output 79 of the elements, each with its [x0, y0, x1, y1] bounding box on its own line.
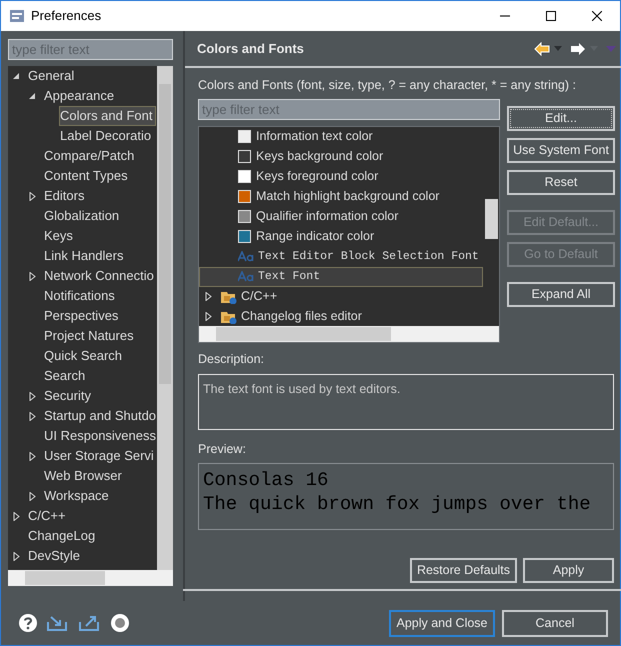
tree-item[interactable]: Editors [43, 186, 88, 206]
collapsed-icon[interactable] [28, 492, 36, 500]
collapsed-icon[interactable] [28, 392, 36, 400]
tree-item[interactable]: Colors and Font [59, 106, 156, 126]
collapsed-icon[interactable] [28, 412, 36, 420]
folder-icon [221, 290, 237, 304]
expanded-icon[interactable] [28, 92, 36, 100]
preview-text: The quick brown fox jumps over the [203, 492, 592, 516]
tree-item[interactable]: DevStyle [27, 546, 84, 566]
collapsed-icon[interactable] [12, 512, 20, 520]
font-icon [238, 271, 254, 282]
list-item[interactable]: Match highlight background color [199, 186, 483, 207]
expanded-icon[interactable] [12, 72, 20, 80]
preview-label: Preview: [198, 440, 247, 458]
tree-item[interactable]: ChangeLog [27, 526, 98, 546]
intro-text: Colors and Fonts (font, size, type, ? = any character, * = any string) : [198, 77, 577, 94]
tree-item[interactable]: Appearance [43, 86, 118, 106]
tree-item[interactable]: C/C++ [27, 506, 69, 526]
close-icon [592, 11, 602, 21]
button[interactable]: Apply and Close [389, 610, 495, 636]
tree-item[interactable]: Quick Search [43, 346, 126, 366]
tree-item[interactable]: Network Connectio [43, 266, 157, 286]
tree-item[interactable]: Security [43, 386, 94, 406]
collapsed-icon[interactable] [204, 292, 212, 302]
list-item[interactable]: Changelog files editor [199, 306, 483, 326]
preferences-icon [9, 8, 25, 24]
description-label: Description: [198, 350, 265, 368]
collapsed-icon[interactable] [28, 192, 36, 200]
list-item[interactable]: Keys background color [199, 146, 483, 167]
tree-item[interactable]: Notifications [43, 286, 118, 306]
list-item[interactable]: Text Editor Block Selection Font [199, 246, 483, 267]
button[interactable]: Expand All [507, 282, 615, 307]
tree-item[interactable]: Search [43, 366, 88, 386]
tree-item[interactable]: Label Decoratio [59, 126, 154, 146]
list-item[interactable]: Range indicator color [199, 226, 483, 247]
import-icon[interactable] [46, 614, 68, 632]
collapsed-icon[interactable] [204, 312, 212, 322]
folder-icon [221, 310, 237, 324]
apply-button[interactable]: Apply [523, 558, 614, 584]
tree-item[interactable]: General [27, 66, 78, 86]
collapsed-icon[interactable] [28, 272, 36, 280]
page-title: Colors and Fonts [197, 40, 304, 58]
horizontal-scrollbar[interactable] [8, 570, 173, 586]
scrollbar[interactable] [157, 66, 173, 570]
export-icon[interactable] [78, 614, 100, 632]
list-item[interactable]: Information text color [199, 126, 483, 147]
tree-item[interactable]: Startup and Shutdo [43, 406, 157, 426]
list-item[interactable]: Keys foreground color [199, 166, 483, 187]
tree-item[interactable]: Project Natures [43, 326, 137, 346]
help-icon[interactable] [18, 613, 38, 633]
tree-item[interactable]: Web Browser [43, 466, 125, 486]
tree-item[interactable]: Globalization [43, 206, 122, 226]
record-icon[interactable] [110, 613, 130, 633]
font-icon [238, 251, 254, 262]
button[interactable]: Reset [507, 170, 615, 195]
description-text: The text font is used by text editors. [203, 382, 400, 396]
forward-arrow-icon[interactable] [570, 42, 586, 56]
tree-item[interactable]: Content Types [43, 166, 131, 186]
list-item[interactable]: C/C++ [199, 286, 483, 307]
tree-item[interactable]: Compare/Patch [43, 146, 138, 166]
collapsed-icon[interactable] [28, 452, 36, 460]
back-arrow-icon[interactable] [534, 42, 550, 56]
tree-item[interactable]: Perspectives [43, 306, 122, 326]
button[interactable]: Cancel [502, 610, 608, 636]
list-item[interactable]: Qualifier information color [199, 206, 483, 227]
tree-item[interactable]: User Storage Servi [43, 446, 157, 466]
collapsed-icon[interactable] [12, 552, 20, 560]
restore-defaults-button[interactable]: Restore Defaults [410, 558, 517, 584]
preview-text: Consolas 16 [203, 468, 330, 492]
button[interactable]: Use System Font [507, 138, 615, 163]
tree-item[interactable]: Workspace [43, 486, 112, 506]
list-item[interactable]: Text Font [199, 266, 483, 287]
tree-item[interactable]: Link Handlers [43, 246, 126, 266]
horizontal-scrollbar[interactable] [199, 326, 499, 342]
button[interactable]: Edit... [507, 106, 615, 131]
tree-item[interactable]: UI Responsiveness [43, 426, 157, 446]
window-title: Preferences [31, 7, 102, 26]
tree-item[interactable]: Keys [43, 226, 76, 246]
maximize-icon [546, 11, 556, 21]
